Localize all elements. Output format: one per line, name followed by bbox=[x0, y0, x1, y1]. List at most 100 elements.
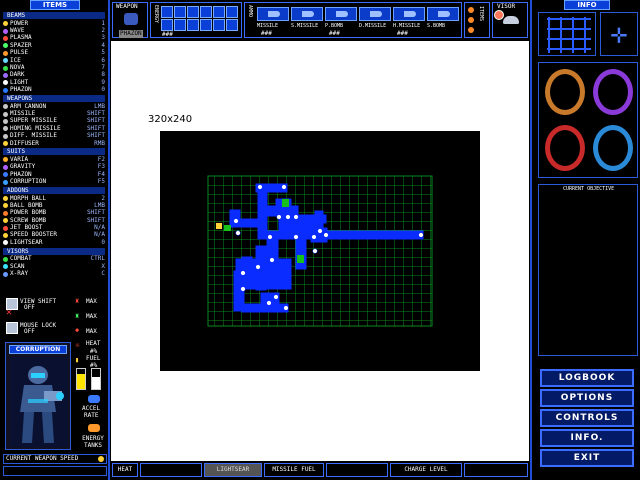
heat-label: HEAT bbox=[86, 340, 101, 347]
menu-button-options[interactable]: OPTIONS bbox=[540, 389, 634, 407]
heat-meter-fill bbox=[77, 374, 85, 389]
visor-item[interactable]: X-RAY C bbox=[3, 270, 105, 277]
compass-icon: ✛ bbox=[600, 12, 638, 56]
suits-header: SUITS bbox=[3, 148, 105, 156]
suit-label-group: CORRUPTION bbox=[3, 178, 46, 186]
emblem-grid bbox=[538, 62, 638, 178]
items-header: ITEMS bbox=[30, 0, 80, 10]
addon-key: 0 bbox=[101, 238, 105, 246]
bottom-bar-cell bbox=[140, 463, 202, 477]
weapon-icon bbox=[3, 104, 8, 110]
visor-label: VISOR bbox=[497, 3, 516, 10]
beams-list: POWER 1 WAVE 2 PLASMA 3 SPAZER 4 PULSE 5 ICE 6 NOVA 7… bbox=[3, 20, 105, 94]
suit-item[interactable]: CORRUPTION F5 bbox=[3, 178, 105, 185]
addons-header: ADDONS bbox=[3, 186, 105, 194]
missile-slot[interactable] bbox=[393, 7, 425, 21]
minimap-grid bbox=[547, 17, 591, 53]
right-panel: INFO ✛ CURRENT OBJECTIVE LOGBOOK OPTIONS C… bbox=[530, 0, 640, 480]
missile-figure-icon: ♜ bbox=[75, 297, 80, 305]
weapon-key: RMB bbox=[94, 139, 105, 147]
beam-key: 0 bbox=[101, 86, 105, 94]
energy-tank bbox=[174, 6, 186, 18]
beam-icon bbox=[3, 87, 8, 93]
max-label-2: MAX bbox=[86, 313, 97, 320]
missile-slot[interactable] bbox=[359, 7, 391, 21]
heat-icon: ☼ bbox=[75, 341, 80, 350]
beams-header: BEAMS bbox=[3, 12, 105, 19]
max-label-1: MAX bbox=[86, 298, 97, 305]
beam-icon bbox=[3, 28, 8, 34]
addon-icon bbox=[3, 203, 8, 209]
menu-button-exit[interactable]: EXIT bbox=[540, 449, 634, 467]
menu-button-controls[interactable]: CONTROLS bbox=[540, 409, 634, 427]
missile-slot-label: H.MISSILE bbox=[393, 23, 421, 29]
phazon-icon bbox=[124, 13, 138, 25]
energy-box: ENERGY ### bbox=[150, 2, 242, 38]
suit-key: F5 bbox=[97, 178, 105, 186]
bottom-bar-cell bbox=[464, 463, 528, 477]
visor-icon bbox=[3, 256, 8, 262]
weapon-icon bbox=[3, 111, 8, 117]
bottom-bar-cell: MISSILE FUEL bbox=[264, 463, 324, 477]
energy-tank bbox=[187, 19, 199, 31]
addon-icon bbox=[3, 240, 8, 246]
mouse-lock-toggle[interactable]: MOUSE LOCK OFF bbox=[6, 322, 68, 338]
beam-icon bbox=[3, 50, 8, 56]
menu-button-info[interactable]: INFO. bbox=[540, 429, 634, 447]
visor-icon bbox=[503, 16, 519, 24]
energy-tank bbox=[200, 19, 212, 31]
current-objective-label: CURRENT OBJECTIVE bbox=[563, 186, 615, 192]
map-viewport bbox=[160, 131, 480, 371]
beam-icon bbox=[3, 65, 8, 71]
missile-slot[interactable] bbox=[257, 7, 289, 21]
menu-button-logbook[interactable]: LOGBOOK bbox=[540, 369, 634, 387]
beam-label-group: PHAZON bbox=[3, 86, 32, 94]
mouse-lock-state: OFF bbox=[24, 328, 35, 335]
weapon-name: PHAZON bbox=[119, 30, 143, 38]
suit-preview: CORRUPTION bbox=[5, 342, 71, 450]
item-list: BEAMS POWER 1 WAVE 2 PLASMA 3 SPAZER 4 PULSE 5 ICE… bbox=[3, 11, 105, 278]
fuel-meter bbox=[91, 368, 101, 390]
energy-tank bbox=[226, 6, 238, 18]
bottom-bar-cell: HEAT bbox=[112, 463, 138, 477]
energy-label: ENERGY bbox=[153, 5, 159, 24]
weapon-item[interactable]: DIFFUSER RMB bbox=[3, 140, 105, 147]
beam-icon bbox=[3, 80, 8, 86]
energy-tank bbox=[200, 6, 212, 18]
suit-icon bbox=[3, 179, 8, 185]
weapon-icon bbox=[3, 133, 8, 139]
missile-slot[interactable] bbox=[291, 7, 323, 21]
weapon-icon bbox=[3, 141, 8, 147]
fuel-meter-fill bbox=[92, 377, 100, 389]
missile-icon bbox=[404, 11, 416, 17]
missile-slot-label: S.MISSILE bbox=[291, 23, 319, 29]
missile-icon bbox=[438, 11, 450, 17]
missile-icon bbox=[268, 11, 280, 17]
missile-slot[interactable] bbox=[325, 7, 357, 21]
missile-slot[interactable] bbox=[427, 7, 459, 21]
beam-item[interactable]: PHAZON 0 bbox=[3, 86, 105, 94]
beam-icon bbox=[3, 43, 8, 49]
addon-icon bbox=[3, 196, 8, 202]
purple-emblem-icon bbox=[593, 69, 633, 115]
visors-list: COMBAT CTRL SCAN X X-RAY C bbox=[3, 255, 105, 278]
energy-tank bbox=[226, 19, 238, 31]
bottom-bar-cell: CHARGE LEVEL bbox=[390, 463, 462, 477]
weapon-label: WEAPON bbox=[116, 3, 138, 10]
visor-icon bbox=[3, 271, 8, 277]
objective-panel: CURRENT OBJECTIVE bbox=[538, 184, 638, 356]
weapons-header: WEAPONS bbox=[3, 94, 105, 102]
suit-icon bbox=[3, 172, 8, 178]
missile-icon bbox=[336, 11, 348, 17]
visor-icon bbox=[3, 264, 8, 270]
weapon-icon bbox=[3, 126, 8, 132]
suits-list: VARIA F2 GRAVITY F3 PHAZON F4 CORRUPTION F5 bbox=[3, 156, 105, 186]
suit-icon bbox=[3, 164, 8, 170]
left-panel: ITEMS BEAMS POWER 1 WAVE 2 PLASMA 3 SPAZER 4 PUL… bbox=[0, 0, 110, 480]
weapon-speed-bar: CURRENT WEAPON SPEED bbox=[3, 454, 107, 464]
energy-tank-grid bbox=[161, 6, 241, 32]
addon-item[interactable]: LIGHTSEAR 0 bbox=[3, 239, 105, 246]
fuel-icon: ▮ bbox=[75, 356, 80, 364]
map-svg bbox=[207, 175, 433, 327]
missile-slot-label: D.MISSILE bbox=[359, 23, 387, 29]
